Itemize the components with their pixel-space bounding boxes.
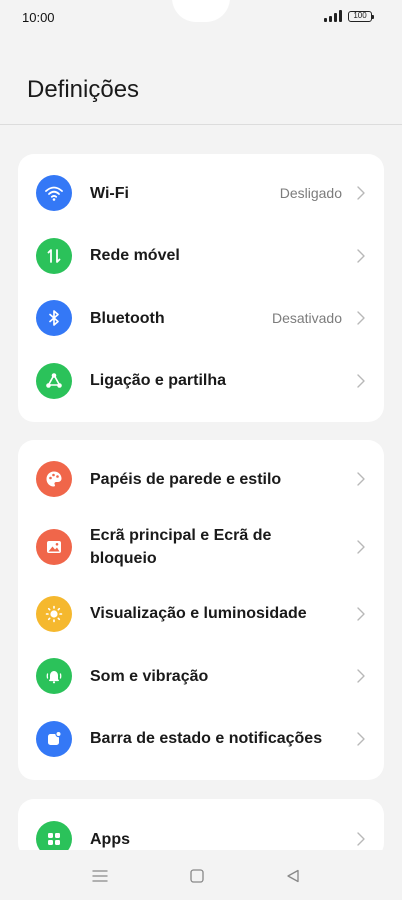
signal-icon [324,10,342,22]
connection-share-icon [36,362,72,399]
settings-item-status-bar-notifications[interactable]: Barra de estado e notificações [18,708,384,771]
settings-item-display-brightness[interactable]: Visualização e luminosidade [18,583,384,646]
battery-icon: 100 [348,10,374,22]
brightness-icon [36,595,72,632]
settings-item-label: Rede móvel [90,247,180,265]
settings-item-label: Wi-Fi [90,184,129,202]
status-time: 10:00 [22,10,55,25]
chevron-right-icon [356,249,366,263]
image-icon [36,528,72,565]
settings-item-label: Ecrã principal e Ecrã de bloqueio [90,526,272,567]
chevron-right-icon [356,472,366,486]
page-title: Definições [27,76,140,103]
settings-group-connectivity: Wi-Fi Desligado Rede móvel Bluetooth Des… [18,154,384,422]
settings-item-bluetooth[interactable]: Bluetooth Desativado [18,287,384,350]
settings-item-label: Barra de estado e notificações [90,730,323,748]
settings-item-wifi[interactable]: Wi-Fi Desligado [18,162,384,225]
settings-item-label: Ligação e partilha [90,372,227,390]
chevron-right-icon [356,539,366,554]
chevron-right-icon [356,186,366,200]
bell-icon [36,658,72,695]
settings-item-value: Desligado [279,185,342,202]
settings-item-sound-vibration[interactable]: Som e vibração [18,645,384,708]
bluetooth-icon [36,300,72,337]
settings-item-wallpapers-style[interactable]: Papéis de parede e estilo [18,448,384,511]
settings-item-value: Desativado [271,310,342,327]
settings-screen: 10:00 100 Definições Wi-Fi Desligado Red… [0,0,402,900]
settings-item-label: Visualização e luminosidade [90,605,307,623]
settings-item-label: Bluetooth [90,309,165,327]
settings-item-mobile-network[interactable]: Rede móvel [18,225,384,288]
settings-item-connection-sharing[interactable]: Ligação e partilha [18,350,384,413]
chevron-right-icon [356,732,366,746]
home-icon[interactable] [187,866,207,886]
back-icon[interactable] [283,866,303,886]
battery-level: 100 [353,11,367,20]
chevron-right-icon [356,669,366,683]
header-divider [0,124,402,125]
camera-notch [172,0,230,22]
mobile-data-icon [36,237,72,274]
chevron-right-icon [356,311,366,325]
wifi-icon [36,175,72,212]
navigation-bar [0,850,402,900]
chevron-right-icon [356,607,366,621]
settings-group-personalization: Papéis de parede e estilo Ecrã principal… [18,440,384,780]
chevron-right-icon [356,832,366,846]
status-indicators: 100 [324,10,374,22]
settings-item-label: Papéis de parede e estilo [90,470,282,488]
settings-item-label: Som e vibração [90,667,209,685]
settings-item-label: Apps [90,830,130,848]
chevron-right-icon [356,374,366,388]
settings-item-home-lock-screen[interactable]: Ecrã principal e Ecrã de bloqueio [18,511,384,583]
status-bar: 10:00 100 [0,0,402,36]
notification-icon [36,720,72,757]
palette-icon [36,461,72,498]
menu-icon[interactable] [90,866,110,886]
